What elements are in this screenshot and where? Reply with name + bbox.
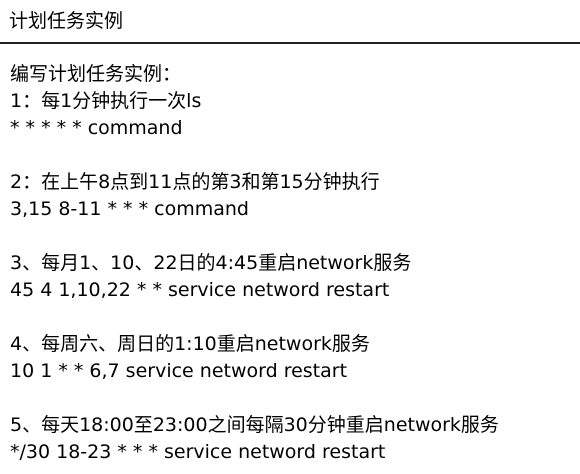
page-title: 计划任务实例	[9, 10, 124, 32]
task-item: 5、每天18:00至23:00之间每隔30分钟重启network服务 */30 …	[10, 412, 576, 466]
task-command: * * * * * command	[10, 117, 183, 139]
document-body: 编写计划任务实例： 1：每1分钟执行一次ls * * * * * command…	[10, 61, 576, 466]
task-description: 1：每1分钟执行一次ls	[10, 90, 202, 112]
task-item: 2：在上午8点到11点的第3和第15分钟执行 3,15 8-11 * * * c…	[10, 169, 576, 223]
task-item: 3、每月1、10、22日的4:45重启network服务 45 4 1,10,2…	[10, 250, 576, 304]
task-command: 45 4 1,10,22 * * service netword restart	[10, 279, 390, 301]
task-item: 1：每1分钟执行一次ls * * * * * command	[10, 88, 576, 142]
intro-heading: 编写计划任务实例：	[10, 63, 182, 85]
task-command: 10 1 * * 6,7 service netword restart	[10, 360, 348, 382]
task-description: 3、每月1、10、22日的4:45重启network服务	[10, 252, 412, 274]
task-command: */30 18-23 * * * service netword restart	[10, 441, 386, 463]
page-header: 计划任务实例	[0, 0, 580, 44]
task-description: 4、每周六、周日的1:10重启network服务	[10, 333, 370, 355]
task-description: 5、每天18:00至23:00之间每隔30分钟重启network服务	[10, 414, 499, 436]
document-page: 计划任务实例 编写计划任务实例： 1：每1分钟执行一次ls * * * * * …	[0, 0, 580, 474]
task-item: 4、每周六、周日的1:10重启network服务 10 1 * * 6,7 se…	[10, 331, 576, 385]
task-description: 2：在上午8点到11点的第3和第15分钟执行	[10, 171, 380, 193]
task-command: 3,15 8-11 * * * command	[10, 198, 249, 220]
